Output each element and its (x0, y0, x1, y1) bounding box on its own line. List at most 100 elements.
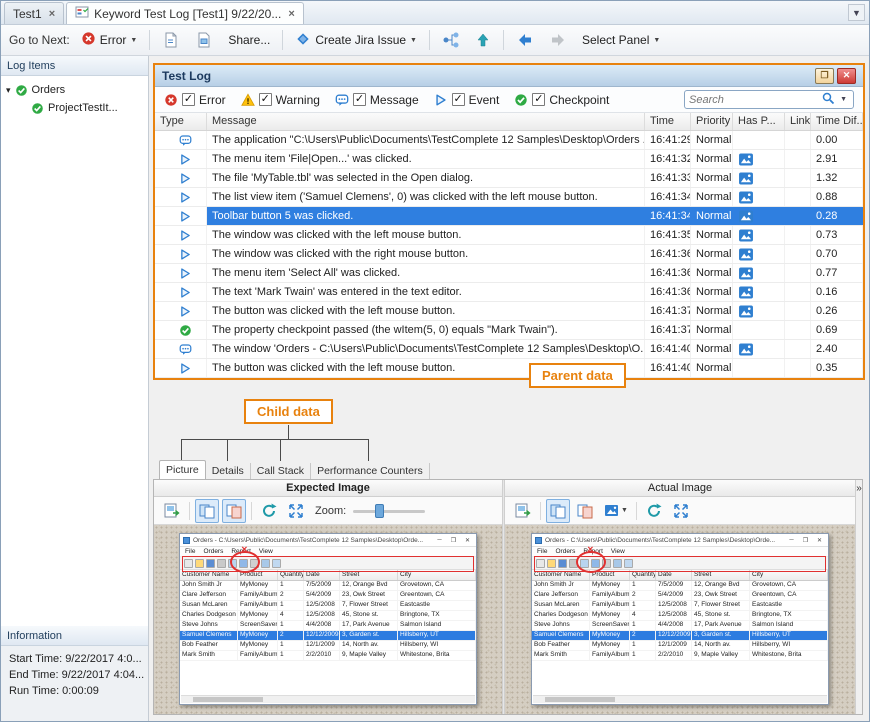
expand-arrow-icon[interactable]: ▾ (6, 85, 11, 96)
tab-list-chevron-icon[interactable]: ▼ (848, 4, 865, 21)
picture-icon[interactable] (738, 267, 754, 280)
column-header-priority[interactable]: Priority (691, 113, 733, 130)
refresh-button[interactable] (642, 499, 666, 523)
log-row[interactable]: The menu item 'File|Open...' was clicked… (155, 150, 863, 169)
type-cell (155, 169, 207, 187)
swap-images-button[interactable] (573, 499, 597, 523)
column-header-type[interactable]: Type (155, 113, 207, 130)
tab-test1[interactable]: Test1 × (4, 2, 64, 24)
log-row[interactable]: The file 'MyTable.tbl' was selected in t… (155, 169, 863, 188)
picture-icon[interactable] (738, 343, 754, 356)
float-panel-button[interactable]: ❐ (815, 68, 834, 84)
log-row[interactable]: Toolbar button 5 was clicked.16:41:34Nor… (155, 207, 863, 226)
expected-image-pane: Expected Image Zoom: Or (154, 480, 502, 714)
filter-warning[interactable]: ✓Warning (241, 93, 320, 107)
picture-icon[interactable] (738, 172, 754, 185)
more-tools-chevron[interactable]: » (856, 483, 862, 494)
detail-tab-performance-counters[interactable]: Performance Counters (311, 463, 430, 479)
zoom-slider-thumb[interactable] (375, 504, 384, 518)
save-image-button[interactable] (511, 499, 535, 523)
picture-icon[interactable] (738, 229, 754, 242)
filter-checkpoint[interactable]: ✓Checkpoint (514, 93, 609, 107)
save-image-button[interactable] (160, 499, 184, 523)
export-log-button[interactable] (156, 27, 186, 53)
time-cell: 16:41:35 (645, 226, 691, 244)
detail-tab-call-stack[interactable]: Call Stack (251, 463, 311, 479)
forward-button[interactable] (543, 28, 573, 52)
filter-event[interactable]: ✓Event (434, 93, 500, 107)
time-cell: 16:41:34 (645, 207, 691, 225)
search-box[interactable]: ▼ (684, 90, 854, 109)
annotation-connector (368, 439, 369, 461)
filter-error[interactable]: ✓Error (164, 93, 226, 107)
tree-item-orders[interactable]: ▾Orders (1, 81, 148, 99)
log-row[interactable]: The button was clicked with the left mou… (155, 359, 863, 378)
share-button[interactable]: Share... (222, 29, 276, 51)
warning-checkbox[interactable]: ✓ (259, 93, 272, 106)
has-picture-cell (733, 188, 785, 206)
message-cell: The menu item 'Select All' was clicked. (207, 264, 645, 282)
picture-icon[interactable] (738, 248, 754, 261)
close-tab-icon[interactable]: × (288, 8, 294, 20)
log-row[interactable]: The property checkpoint passed (the wIte… (155, 321, 863, 340)
picture-icon[interactable] (738, 305, 754, 318)
test-log-titlebar[interactable]: Test Log ❐ ✕ (155, 65, 863, 87)
column-header-timedif[interactable]: Time Dif... (811, 113, 863, 130)
error-icon (81, 31, 96, 49)
fit-to-window-button[interactable] (284, 499, 308, 523)
column-header-message[interactable]: Message (207, 113, 645, 130)
checkpoint-icon (15, 84, 28, 97)
log-row[interactable]: The window 'Orders - C:\Users\Public\Doc… (155, 340, 863, 359)
message-icon (179, 134, 192, 147)
close-tab-icon[interactable]: × (49, 8, 55, 20)
export-image-button[interactable] (189, 27, 219, 53)
fit-to-window-button[interactable] (669, 499, 693, 523)
image-view-mode-button[interactable]: ▼ (600, 500, 631, 522)
filter-message[interactable]: ✓Message (335, 93, 419, 107)
log-row[interactable]: The application "C:\Users\Public\Documen… (155, 131, 863, 150)
jira-workflow-button[interactable] (436, 27, 466, 53)
upload-results-button[interactable] (469, 28, 497, 52)
column-header-link[interactable]: Link (785, 113, 811, 130)
back-button[interactable] (510, 28, 540, 52)
picture-icon[interactable] (738, 191, 754, 204)
refresh-button[interactable] (257, 499, 281, 523)
select-panel-button[interactable]: Select Panel ▼ (576, 29, 666, 51)
log-row[interactable]: The button was clicked with the left mou… (155, 302, 863, 321)
priority-cell: Normal (691, 150, 733, 168)
log-row[interactable]: The window was clicked with the left mou… (155, 226, 863, 245)
picture-icon[interactable] (738, 286, 754, 299)
compare-view-button[interactable] (546, 499, 570, 523)
picture-icon[interactable] (738, 153, 754, 166)
priority-cell: Normal (691, 340, 733, 358)
detail-tab-details[interactable]: Details (206, 463, 251, 479)
search-icon[interactable] (821, 91, 835, 108)
priority-cell: Normal (691, 188, 733, 206)
event-icon (179, 210, 192, 223)
column-header-time[interactable]: Time (645, 113, 691, 130)
tab-keyword-test-log[interactable]: Keyword Test Log [Test1] 9/22/20... × (66, 2, 304, 24)
search-options-chevron-icon[interactable]: ▼ (838, 96, 849, 103)
zoom-slider-track[interactable] (353, 510, 425, 513)
close-panel-button[interactable]: ✕ (837, 68, 856, 84)
detail-tab-picture[interactable]: Picture (159, 460, 206, 479)
log-row[interactable]: The list view item ('Samuel Clemens', 0)… (155, 188, 863, 207)
picture-icon[interactable] (738, 210, 754, 223)
search-input[interactable] (689, 94, 818, 106)
log-row[interactable]: The window was clicked with the right mo… (155, 245, 863, 264)
checkpoint-checkbox[interactable]: ✓ (532, 93, 545, 106)
log-row[interactable]: The text 'Mark Twain' was entered in the… (155, 283, 863, 302)
error-checkbox[interactable]: ✓ (182, 93, 195, 106)
message-checkbox[interactable]: ✓ (353, 93, 366, 106)
toolbar-separator (282, 30, 283, 50)
log-row[interactable]: The menu item 'Select All' was clicked.1… (155, 264, 863, 283)
column-header-hasp[interactable]: Has P... (733, 113, 785, 130)
tree-item-projecttestit[interactable]: ProjectTestIt... (1, 99, 148, 117)
zoom-slider[interactable] (353, 503, 425, 519)
goto-error-button[interactable]: Error ▼ (75, 27, 144, 53)
event-checkbox[interactable]: ✓ (452, 93, 465, 106)
compare-view-button[interactable] (195, 499, 219, 523)
mini-menu-view: View (259, 548, 273, 555)
create-jira-issue-button[interactable]: Create Jira Issue ▼ (289, 27, 423, 54)
swap-images-button[interactable] (222, 499, 246, 523)
